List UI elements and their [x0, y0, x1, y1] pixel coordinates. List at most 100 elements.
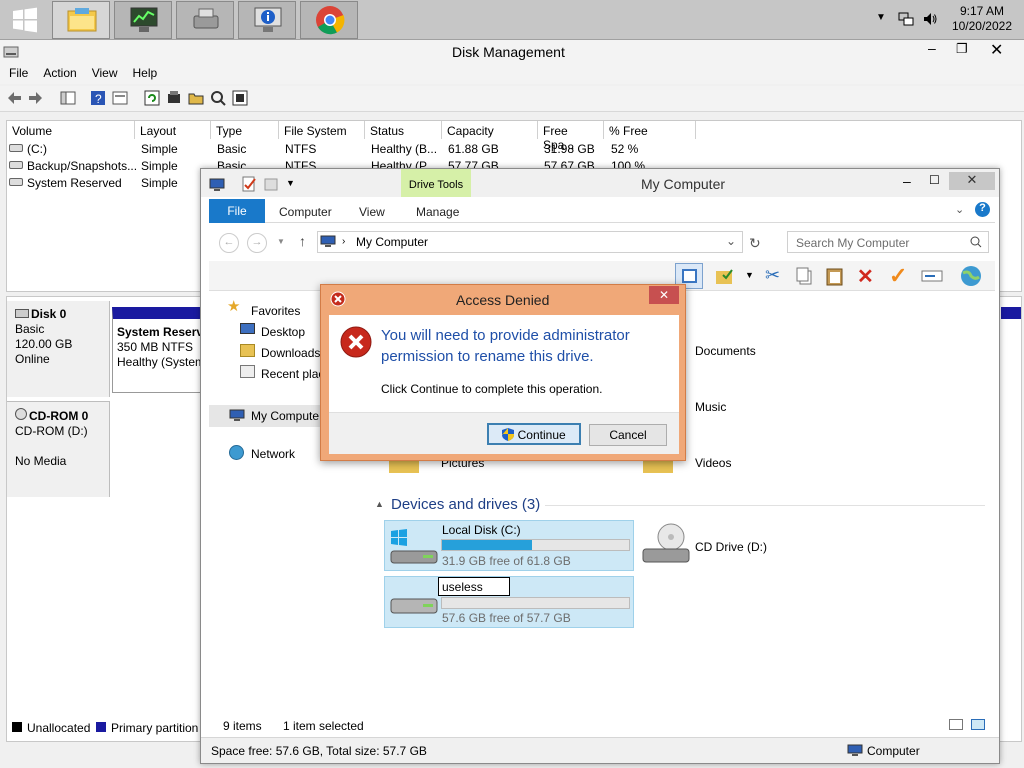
rescan-icon[interactable] [166, 90, 182, 106]
taskbar-chrome[interactable] [300, 1, 358, 39]
folder-dropdown-icon[interactable]: ▼ [745, 270, 754, 280]
tab-computer[interactable]: Computer [279, 205, 332, 219]
copy-icon[interactable] [795, 266, 815, 286]
help-circle-icon[interactable]: ? [975, 202, 990, 217]
clock[interactable]: 9:17 AM 10/20/2022 [952, 4, 1012, 34]
menu-file[interactable]: File [0, 64, 34, 80]
check-icon[interactable]: ✓ [889, 263, 907, 289]
menu-view[interactable]: View [83, 64, 124, 80]
back-button[interactable]: ← [219, 233, 239, 253]
close-button[interactable]: ✕ [990, 40, 1003, 60]
folder-videos[interactable]: Videos [695, 456, 731, 470]
address-dropdown-icon[interactable]: ⌄ [726, 234, 736, 248]
back-arrow-icon[interactable] [6, 90, 22, 106]
nav-my-computer[interactable]: My Compute [209, 405, 321, 427]
menu-action[interactable]: Action [34, 64, 82, 80]
cdrom-0-label[interactable]: CD-ROM 0 CD-ROM (D:) No Media [7, 401, 110, 497]
cancel-button[interactable]: Cancel [589, 424, 667, 446]
nav-desktop[interactable]: Desktop [261, 325, 305, 339]
tray-arrow-icon[interactable]: ▼ [876, 12, 886, 23]
collapse-arrow-icon[interactable]: ▲ [375, 499, 384, 509]
paste-icon[interactable] [825, 266, 845, 286]
column-header-volume[interactable]: Volume [7, 121, 135, 139]
address-box[interactable]: › My Computer ⌄ [317, 231, 743, 253]
folder-check-icon[interactable] [715, 266, 735, 286]
taskbar-drive-tool[interactable] [176, 1, 234, 39]
maximize-button[interactable]: ❐ [956, 41, 968, 57]
column-header-file-system[interactable]: File System [279, 121, 365, 139]
drive-tile-c[interactable]: Local Disk (C:) 31.9 GB free of 61.8 GB [384, 520, 634, 571]
status-location: Computer [867, 744, 920, 758]
folder-documents[interactable]: Documents [695, 344, 756, 358]
properties-icon[interactable] [112, 90, 128, 106]
column-header-type[interactable]: Type [211, 121, 279, 139]
drive-name: Local Disk (C:) [442, 523, 521, 537]
volume-icon[interactable] [922, 11, 938, 27]
drive-tile-d[interactable]: CD Drive (D:) [639, 523, 789, 569]
column-header-capacity[interactable]: Capacity [442, 121, 538, 139]
dialog-body: You will need to provide administrator p… [329, 315, 679, 454]
globe-icon[interactable] [959, 265, 983, 287]
column-header-layout[interactable]: Layout [135, 121, 211, 139]
nav-favorites[interactable]: Favorites [251, 304, 300, 318]
explorer-maximize-button[interactable]: ☐ [929, 173, 940, 187]
start-button[interactable] [0, 0, 50, 40]
column-header-percent-free[interactable]: % Free [604, 121, 696, 139]
recent-locations-icon[interactable]: ▼ [277, 237, 285, 246]
drive-free-text: 57.6 GB free of 57.7 GB [442, 611, 571, 625]
continue-button[interactable]: Continue [487, 423, 581, 445]
star-icon: ★ [227, 298, 241, 315]
delete-icon[interactable]: ✕ [857, 264, 874, 289]
menu-help[interactable]: Help [124, 64, 164, 80]
tab-view[interactable]: View [359, 205, 385, 219]
dialog-close-button[interactable]: ✕ [649, 286, 679, 304]
dialog-content: Click Continue to complete this operatio… [381, 382, 603, 396]
network-icon[interactable] [898, 11, 914, 27]
tab-manage[interactable]: Manage [416, 205, 459, 219]
new-folder-icon[interactable] [263, 176, 279, 192]
tab-file[interactable]: File [209, 199, 265, 223]
disk-0-label[interactable]: Disk 0 Basic 120.00 GB Online [7, 301, 110, 397]
partition-system-reserved[interactable]: System Reserv 350 MB NTFS Healthy (Syste… [112, 307, 202, 393]
search-disk-icon[interactable] [210, 90, 226, 106]
folder-music[interactable]: Music [695, 400, 726, 414]
drive-tile-useless[interactable]: 57.6 GB free of 57.7 GB [384, 576, 634, 628]
explorer-minimize-button[interactable]: ‒ [903, 173, 911, 189]
rename-icon[interactable] [921, 266, 943, 286]
help-icon[interactable]: ? [90, 90, 106, 106]
refresh-icon[interactable] [144, 90, 160, 106]
ribbon-expand-icon[interactable]: ⌄ [955, 203, 964, 216]
drive-tools-context-tab: Drive Tools [401, 169, 471, 197]
column-header-free-space[interactable]: Free Spa... [538, 121, 604, 152]
taskbar-file-explorer[interactable] [52, 1, 110, 39]
computer-icon [209, 178, 225, 191]
partition-blue-bar[interactable] [1001, 307, 1021, 319]
nav-downloads[interactable]: Downloads [261, 346, 320, 360]
cut-icon[interactable]: ✂ [765, 265, 780, 286]
explorer-close-button[interactable]: ✕ [949, 172, 995, 190]
table-row[interactable]: (C:) Simple Basic NTFS Healthy (B... 61.… [7, 141, 707, 157]
error-icon [340, 326, 372, 358]
nav-recent-places[interactable]: Recent plac [261, 367, 324, 381]
settings-grid-icon[interactable] [232, 90, 248, 106]
minimize-button[interactable]: ‒ [928, 40, 936, 56]
tiles-view-icon[interactable] [971, 719, 985, 730]
details-view-icon[interactable] [949, 719, 963, 730]
qat-dropdown-icon[interactable]: ▼ [286, 178, 295, 188]
drive-rename-input[interactable] [438, 577, 510, 596]
search-placeholder: Search My Computer [796, 236, 910, 250]
clock-time: 9:17 AM [959, 4, 1004, 18]
console-tree-icon[interactable] [60, 90, 76, 106]
nav-network[interactable]: Network [251, 447, 295, 461]
devices-header[interactable]: Devices and drives (3) [391, 496, 540, 513]
forward-button[interactable]: → [247, 233, 267, 253]
taskbar-server-manager[interactable] [114, 1, 172, 39]
open-folder-icon[interactable] [188, 90, 204, 106]
properties-check-icon[interactable] [241, 176, 257, 192]
taskbar-info[interactable] [238, 1, 296, 39]
column-header-status[interactable]: Status [365, 121, 442, 139]
search-input[interactable]: Search My Computer [787, 231, 989, 253]
up-arrow-icon[interactable]: ↑ [299, 233, 306, 249]
forward-arrow-icon[interactable] [28, 90, 44, 106]
refresh-button[interactable]: ↻ [749, 235, 761, 252]
